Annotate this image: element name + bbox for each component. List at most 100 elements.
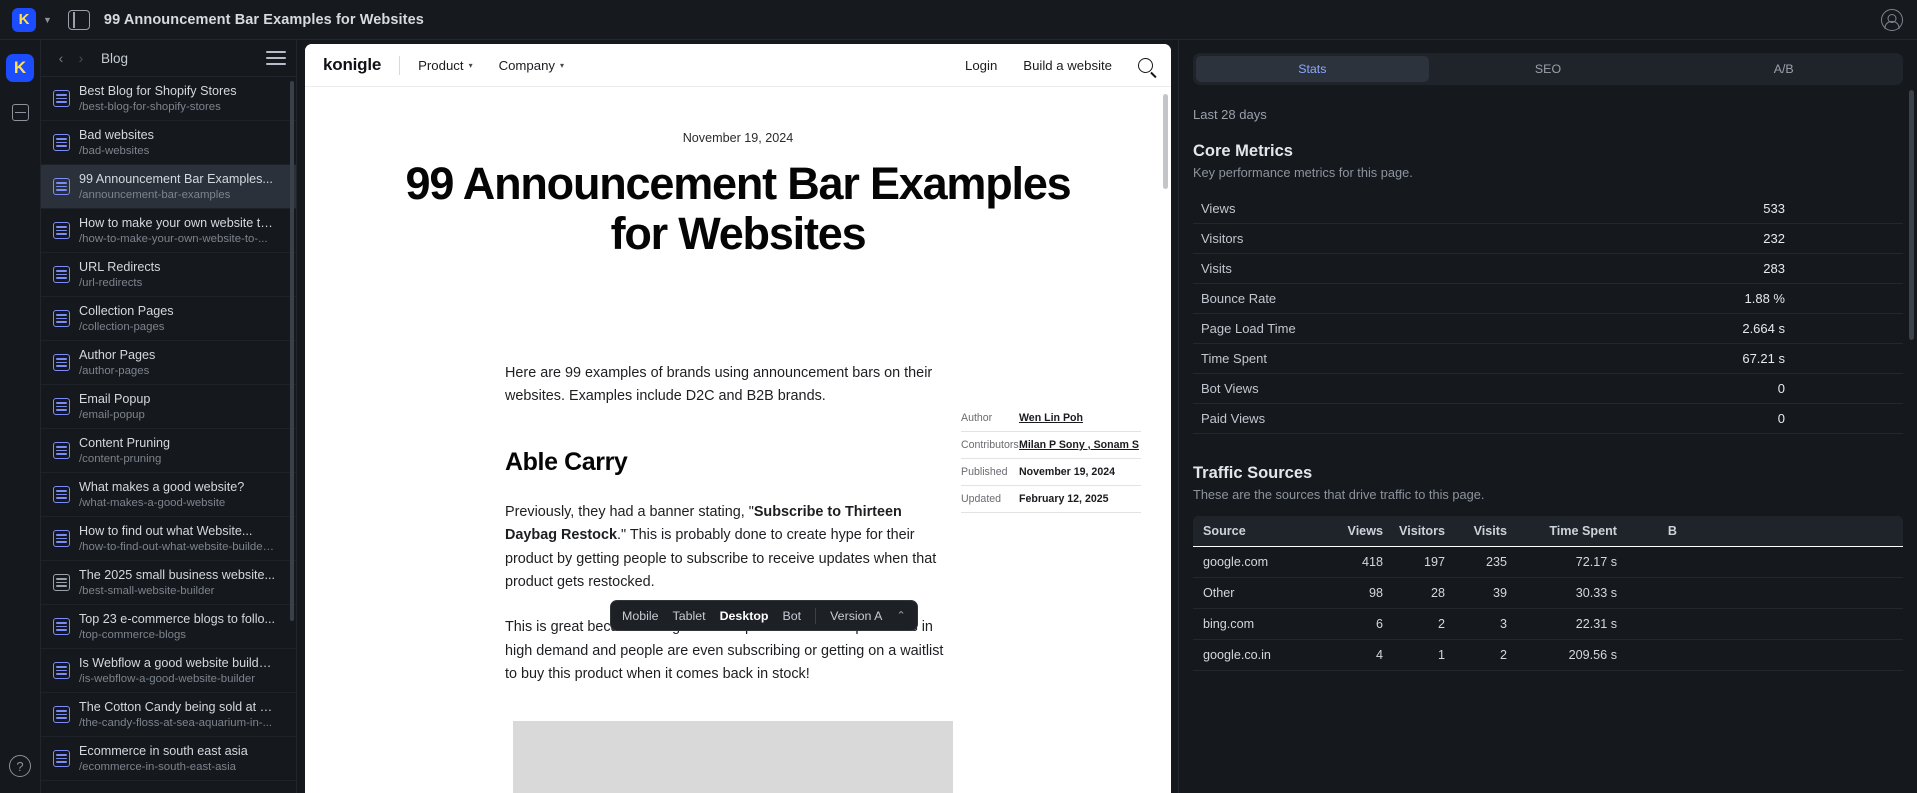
rail-home-logo-icon[interactable]: K	[6, 54, 34, 82]
p1-pre: Previously, they had a banner stating, "	[505, 503, 754, 520]
analytics-scrollbar[interactable]	[1909, 90, 1914, 340]
preview-scrollbar[interactable]	[1163, 94, 1168, 189]
tab-seo[interactable]: SEO	[1432, 56, 1665, 82]
list-item-texts: Best Blog for Shopify Stores/best-blog-f…	[79, 84, 237, 114]
table-row[interactable]: Other 98 28 39 30.33 s	[1193, 578, 1903, 609]
list-item[interactable]: Best Blog for Shopify Stores/best-blog-f…	[41, 77, 296, 121]
list-item-title: Author Pages	[79, 347, 156, 362]
list-item[interactable]: URL Redirects/url-redirects	[41, 253, 296, 297]
meta-value[interactable]: Wen Lin Poh	[1019, 412, 1083, 424]
konigle-logo-icon[interactable]: K	[12, 7, 36, 32]
pages-list[interactable]: Best Blog for Shopify Stores/best-blog-f…	[41, 76, 296, 793]
list-item[interactable]: Ecommerce in south east asia/ecommerce-i…	[41, 737, 296, 781]
cell-views: 4	[1375, 648, 1383, 662]
list-item-title: Top 23 e-commerce blogs to follo...	[79, 611, 275, 626]
back-arrow-icon[interactable]: ‹	[51, 48, 71, 68]
list-item[interactable]: The Cotton Candy being sold at a... /the-…	[41, 693, 296, 737]
col-time-spent[interactable]: Time Spent	[1507, 524, 1617, 538]
meta-key: Published	[961, 466, 1008, 478]
table-row[interactable]: google.com 418 197 235 72.17 s	[1193, 547, 1903, 578]
list-item-slug: /is-webflow-a-good-website-builder	[79, 672, 255, 685]
site-brand[interactable]: konigle	[323, 55, 381, 75]
date-range-label[interactable]: Last 28 days	[1193, 107, 1903, 122]
forward-arrow-icon[interactable]: ›	[71, 48, 91, 68]
table-row[interactable]: google.co.in 4 1 2 209.56 s	[1193, 640, 1903, 671]
list-item[interactable]: Email Popup/email-popup	[41, 385, 296, 429]
list-item-slug: /collection-pages	[79, 320, 165, 333]
account-avatar-icon[interactable]	[1881, 8, 1903, 31]
tab-ab[interactable]: A/B	[1667, 56, 1900, 82]
cell-bounce	[1617, 648, 1677, 662]
search-icon[interactable]	[1138, 57, 1153, 73]
help-icon[interactable]: ?	[9, 755, 31, 777]
cell-views: 6	[1375, 617, 1383, 631]
list-item[interactable]: Content Pruning/content-pruning	[41, 429, 296, 473]
list-item-title: How to make your own website to...	[79, 215, 275, 230]
sidebar-menu-icon[interactable]	[266, 51, 286, 65]
col-source[interactable]: Source	[1203, 524, 1321, 538]
list-item[interactable]: How to find out what Website... /how-to-f…	[41, 517, 296, 561]
metric-label: Page Load Time	[1201, 321, 1296, 336]
site-nav-product[interactable]: Product ▾	[418, 58, 472, 73]
col-visits[interactable]: Visits	[1445, 524, 1507, 538]
document-icon	[53, 178, 70, 195]
workspace-chevron-down-icon[interactable]: ▼	[43, 15, 52, 25]
metric-label: Visitors	[1201, 231, 1244, 246]
col-bounce[interactable]: B	[1617, 524, 1677, 538]
analytics-body: Last 28 days Core Metrics Key performanc…	[1179, 107, 1917, 671]
site-nav-company[interactable]: Company ▾	[499, 58, 564, 73]
author-link[interactable]: Wen Lin Poh	[1019, 412, 1083, 424]
list-item-texts: The Cotton Candy being sold at a... /the-…	[79, 700, 275, 730]
cell-bounce	[1617, 555, 1677, 569]
toggle-sidebar-icon[interactable]	[67, 9, 90, 30]
metric-label: Time Spent	[1201, 351, 1267, 366]
core-metrics-list: Views 533 Visitors 232 Visits 283 Bounce Rate 1…	[1193, 194, 1903, 434]
meta-key: Author	[961, 412, 993, 424]
metric-row: Page Load Time 2.664 s	[1193, 314, 1903, 344]
site-nav-login[interactable]: Login	[965, 58, 997, 73]
cell-source: google.com	[1203, 555, 1269, 569]
website-preview[interactable]: konigle Product ▾ Company ▾ Login Build …	[305, 44, 1171, 793]
list-item[interactable]: What makes a good website? /what-makes-a-…	[41, 473, 296, 517]
list-item[interactable]: The 2025 small business website... /best-…	[41, 561, 296, 605]
tab-stats[interactable]: Stats	[1196, 56, 1429, 82]
list-item-texts: Ecommerce in south east asia/ecommerce-i…	[79, 744, 248, 774]
col-visitors[interactable]: Visitors	[1383, 524, 1445, 538]
list-item[interactable]: Top 23 e-commerce blogs to follo... /top-…	[41, 605, 296, 649]
col-views[interactable]: Views	[1321, 524, 1383, 538]
cell-visits: 2	[1499, 648, 1507, 662]
list-item-texts: Bad websites/bad-websites	[79, 128, 154, 158]
document-icon	[53, 354, 70, 371]
device-option-tablet[interactable]: Tablet	[673, 609, 706, 623]
document-icon	[53, 90, 70, 107]
version-selector-label[interactable]: Version A	[830, 609, 882, 623]
device-option-desktop[interactable]: Desktop	[720, 609, 769, 623]
list-item[interactable]: Author Pages/author-pages	[41, 341, 296, 385]
list-item[interactable]: Is Webflow a good website builder? /is-we…	[41, 649, 296, 693]
pages-icon	[11, 103, 29, 121]
meta-value[interactable]: Milan P Sony , Sonam S	[1019, 439, 1139, 451]
document-icon	[53, 662, 70, 679]
document-icon	[53, 530, 70, 547]
sidebar-scrollbar[interactable]	[290, 81, 294, 621]
metric-value: 232	[1763, 231, 1785, 246]
article-paragraph-1: Previously, they had a banner stating, "…	[505, 501, 957, 594]
list-item[interactable]: Collection Pages/collection-pages	[41, 297, 296, 341]
meta-row: Published November 19, 2024	[961, 459, 1141, 486]
toolbar-divider	[815, 607, 817, 624]
list-item[interactable]: Bad websites/bad-websites	[41, 121, 296, 165]
document-icon	[53, 398, 70, 415]
contributors-link[interactable]: Milan P Sony , Sonam S	[1019, 439, 1139, 451]
document-icon	[53, 310, 70, 327]
device-option-bot[interactable]: Bot	[782, 609, 801, 623]
chevron-up-icon[interactable]: ⌃	[896, 609, 905, 622]
list-item[interactable]: How to make your own website to... /how-t…	[41, 209, 296, 253]
rail-item-pages[interactable]	[6, 98, 34, 126]
table-row[interactable]: bing.com 6 2 3 22.31 s	[1193, 609, 1903, 640]
device-option-mobile[interactable]: Mobile	[622, 609, 659, 623]
list-item[interactable]: 99 Announcement Bar Examples... /announce…	[41, 165, 296, 209]
article-heading: Able Carry	[505, 448, 628, 477]
list-item-texts: Author Pages/author-pages	[79, 348, 155, 378]
device-preview-toolbar[interactable]: Mobile Tablet Desktop Bot Version A ⌃	[610, 600, 918, 631]
site-nav-build-a-website[interactable]: Build a website	[1023, 58, 1112, 73]
